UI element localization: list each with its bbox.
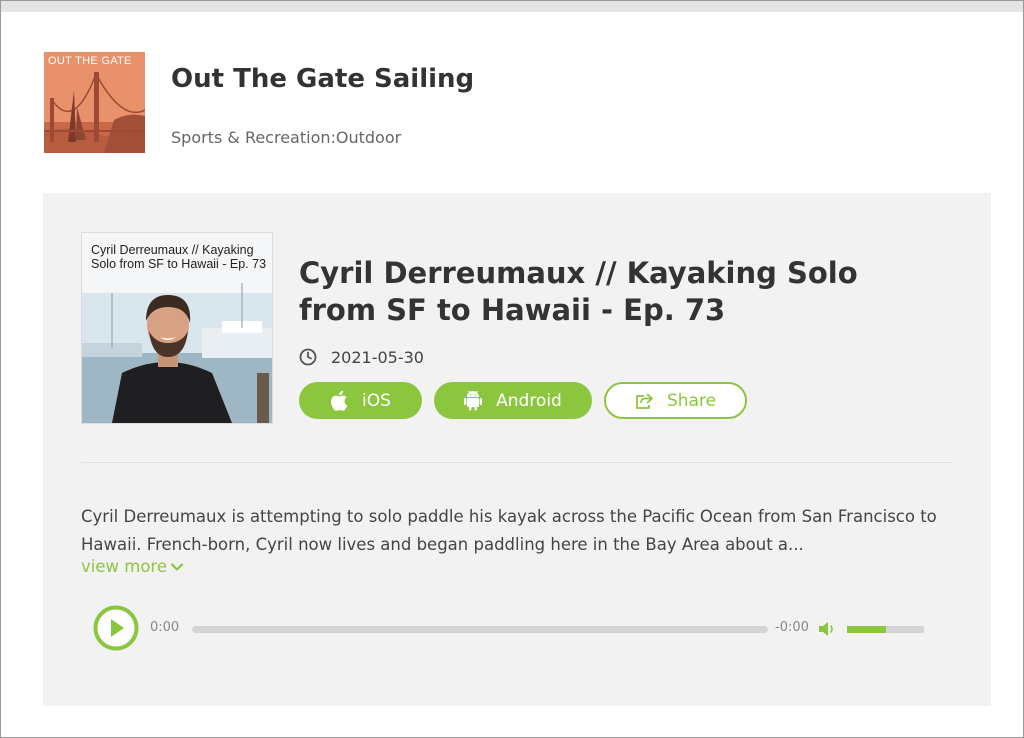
- share-icon: [636, 392, 653, 409]
- episode-art-caption: Cyril Derreumaux // Kayaking Solo from S…: [91, 243, 267, 271]
- podcast-artwork[interactable]: OUT THE GATE: [44, 52, 145, 153]
- progress-bar[interactable]: [192, 626, 768, 633]
- podcast-title[interactable]: Out The Gate Sailing: [171, 64, 474, 94]
- view-more-link[interactable]: view more: [81, 557, 183, 576]
- android-icon: [464, 390, 483, 411]
- volume-slider[interactable]: [847, 626, 924, 633]
- podcast-header: OUT THE GATE Out The Gate Sailing Sports…: [44, 52, 974, 154]
- episode-description: Cyril Derreumaux is attempting to solo p…: [81, 507, 937, 554]
- top-bar: [1, 1, 1023, 12]
- remaining-time: -0:00: [775, 620, 809, 635]
- podcast-category[interactable]: Sports & Recreation:Outdoor: [171, 128, 401, 147]
- volume-icon[interactable]: [817, 619, 837, 639]
- ios-button-label: iOS: [362, 390, 391, 411]
- android-button-label: Android: [496, 390, 562, 411]
- episode-date-row: 2021-05-30: [299, 345, 424, 369]
- play-icon[interactable]: [93, 605, 139, 651]
- clock-icon: [299, 348, 317, 366]
- episode-title[interactable]: Cyril Derreumaux // Kayaking Solo from S…: [299, 255, 919, 329]
- divider: [81, 462, 953, 463]
- apple-icon: [331, 390, 348, 411]
- episode-artwork: Cyril Derreumaux // Kayaking Solo from S…: [81, 232, 273, 424]
- share-button-label: Share: [666, 390, 717, 411]
- podcast-art-text: OUT THE GATE: [48, 55, 132, 67]
- audio-player: 0:00 -0:00: [93, 605, 933, 653]
- episode-date: 2021-05-30: [331, 347, 424, 367]
- ios-button[interactable]: iOS: [299, 382, 422, 419]
- share-button[interactable]: Share: [604, 382, 747, 419]
- view-more-label: view more: [81, 557, 167, 576]
- volume-level: [847, 626, 886, 633]
- current-time: 0:00: [150, 620, 180, 635]
- chevron-down-icon: [170, 562, 183, 571]
- episode-panel: Cyril Derreumaux // Kayaking Solo from S…: [43, 193, 991, 706]
- android-button[interactable]: Android: [434, 382, 592, 419]
- golden-gate-bridge-image: [44, 52, 145, 153]
